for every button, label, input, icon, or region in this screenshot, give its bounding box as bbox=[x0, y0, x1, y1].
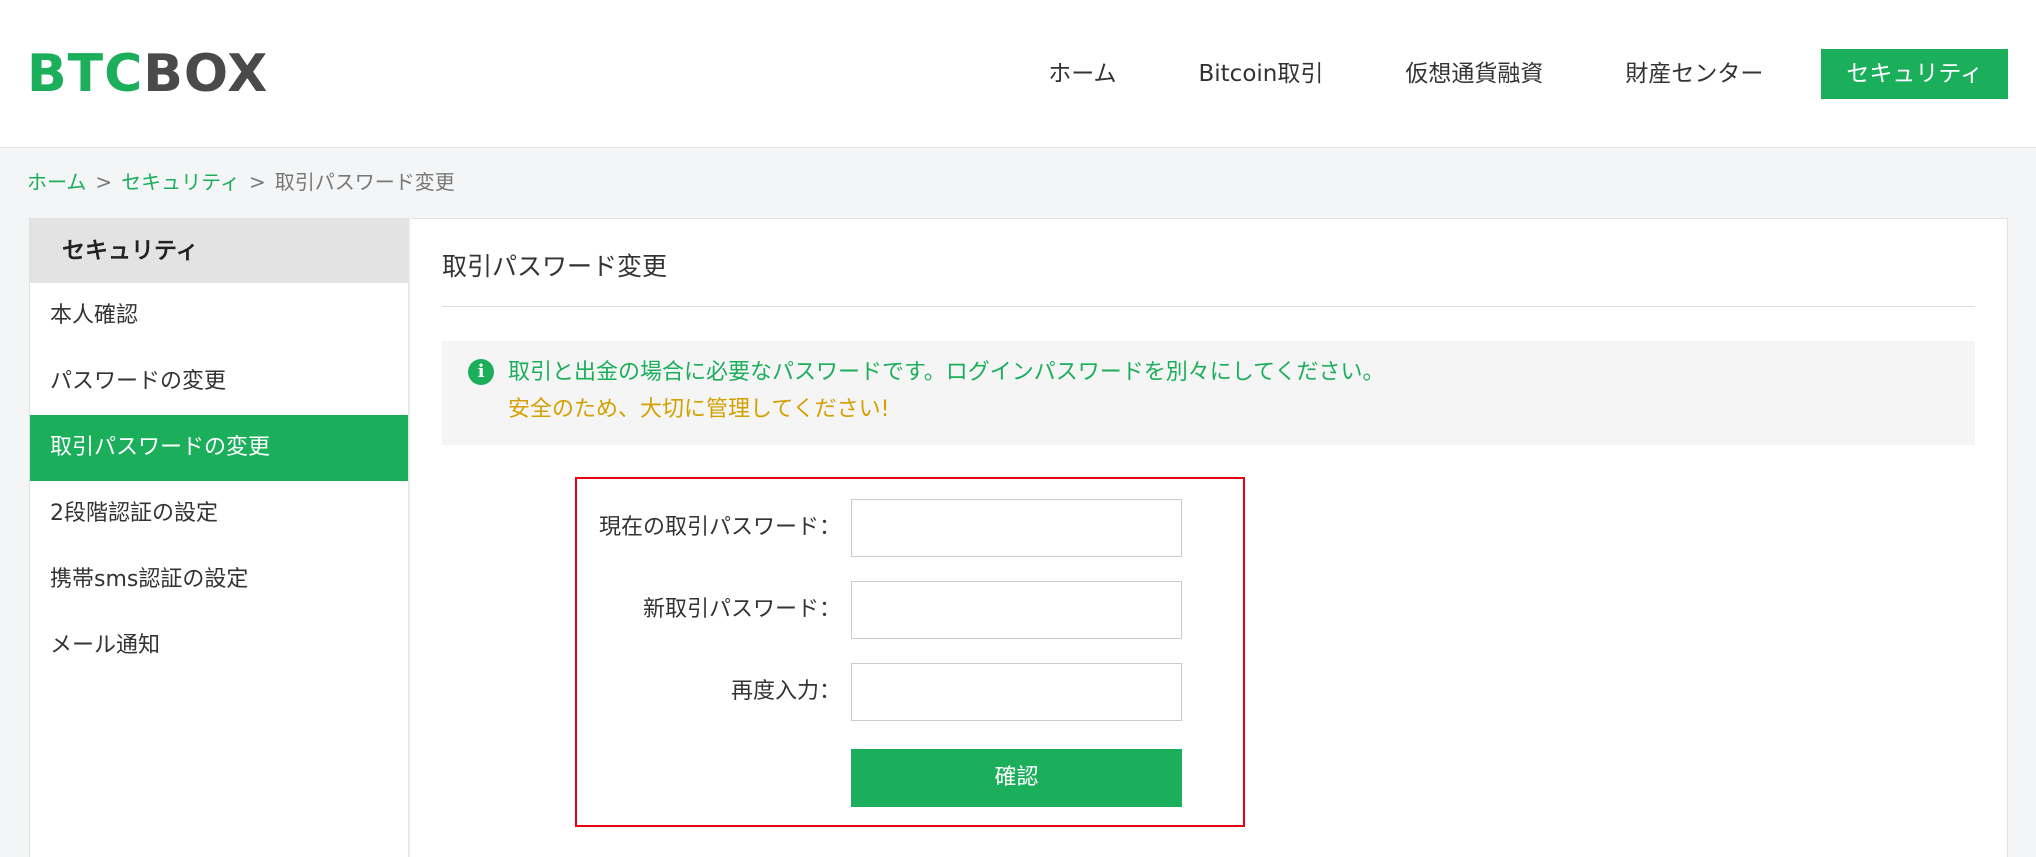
current-password-input[interactable] bbox=[851, 499, 1182, 557]
nav-home[interactable]: ホーム bbox=[1048, 49, 1116, 99]
sidebar-item-sms-auth[interactable]: 携帯sms認証の設定 bbox=[30, 547, 408, 613]
security-sidebar: セキュリティ 本人確認 パスワードの変更 取引パスワードの変更 2段階認証の設定… bbox=[29, 218, 409, 857]
main-nav: ホーム Bitcoin取引 仮想通貨融資 財産センター セキュリティ bbox=[966, 49, 2008, 99]
new-password-input[interactable] bbox=[851, 581, 1182, 639]
logo-part-btc: BTC bbox=[27, 44, 144, 104]
form-row-confirm-password: 再度入力： bbox=[577, 663, 1243, 721]
form-row-new-password: 新取引パスワード： bbox=[577, 581, 1243, 639]
sidebar-item-two-factor[interactable]: 2段階認証の設定 bbox=[30, 481, 408, 547]
nav-crypto-lending[interactable]: 仮想通貨融資 bbox=[1405, 49, 1543, 99]
info-icon: i bbox=[468, 359, 494, 385]
nav-security[interactable]: セキュリティ bbox=[1821, 49, 2008, 99]
current-password-label: 現在の取引パスワード： bbox=[598, 515, 841, 540]
notice-line-primary: 取引と出金の場合に必要なパスワードです。ログインパスワードを別々にしてください。 bbox=[508, 360, 1385, 385]
breadcrumb-separator: > bbox=[95, 170, 113, 194]
notice-box: i 取引と出金の場合に必要なパスワードです。ログインパスワードを別々にしてくださ… bbox=[442, 341, 1975, 445]
title-divider bbox=[442, 306, 1975, 307]
nav-asset-center[interactable]: 財産センター bbox=[1625, 49, 1763, 99]
form-row-current-password: 現在の取引パスワード： bbox=[577, 499, 1243, 557]
main-panel: 取引パスワード変更 i 取引と出金の場合に必要なパスワードです。ログインパスワー… bbox=[411, 218, 2008, 857]
breadcrumb: ホーム > セキュリティ > 取引パスワード変更 bbox=[27, 168, 455, 196]
site-header: BTCBOX ホーム Bitcoin取引 仮想通貨融資 財産センター セキュリテ… bbox=[0, 0, 2036, 148]
breadcrumb-home-link[interactable]: ホーム bbox=[27, 170, 86, 194]
breadcrumb-current: 取引パスワード変更 bbox=[274, 170, 455, 194]
breadcrumb-security-link[interactable]: セキュリティ bbox=[121, 170, 240, 194]
confirm-password-label: 再度入力： bbox=[730, 679, 841, 704]
confirm-password-input[interactable] bbox=[851, 663, 1182, 721]
sidebar-title: セキュリティ bbox=[30, 219, 408, 283]
sidebar-item-identity-verification[interactable]: 本人確認 bbox=[30, 283, 408, 349]
notice-line-warning: 安全のため、大切に管理してください! bbox=[508, 397, 890, 422]
nav-bitcoin-trade[interactable]: Bitcoin取引 bbox=[1199, 49, 1324, 99]
confirm-button[interactable]: 確認 bbox=[851, 749, 1182, 807]
breadcrumb-separator: > bbox=[248, 170, 266, 194]
sidebar-item-change-trade-password[interactable]: 取引パスワードの変更 bbox=[30, 415, 408, 481]
sidebar-item-email-notification[interactable]: メール通知 bbox=[30, 613, 408, 679]
btcbox-logo[interactable]: BTCBOX bbox=[27, 44, 268, 104]
logo-part-box: BOX bbox=[143, 44, 269, 104]
password-change-form: 現在の取引パスワード： 新取引パスワード： 再度入力： 確認 bbox=[575, 477, 1245, 827]
page-title: 取引パスワード変更 bbox=[442, 252, 668, 281]
new-password-label: 新取引パスワード： bbox=[642, 597, 841, 622]
sidebar-item-change-password[interactable]: パスワードの変更 bbox=[30, 349, 408, 415]
